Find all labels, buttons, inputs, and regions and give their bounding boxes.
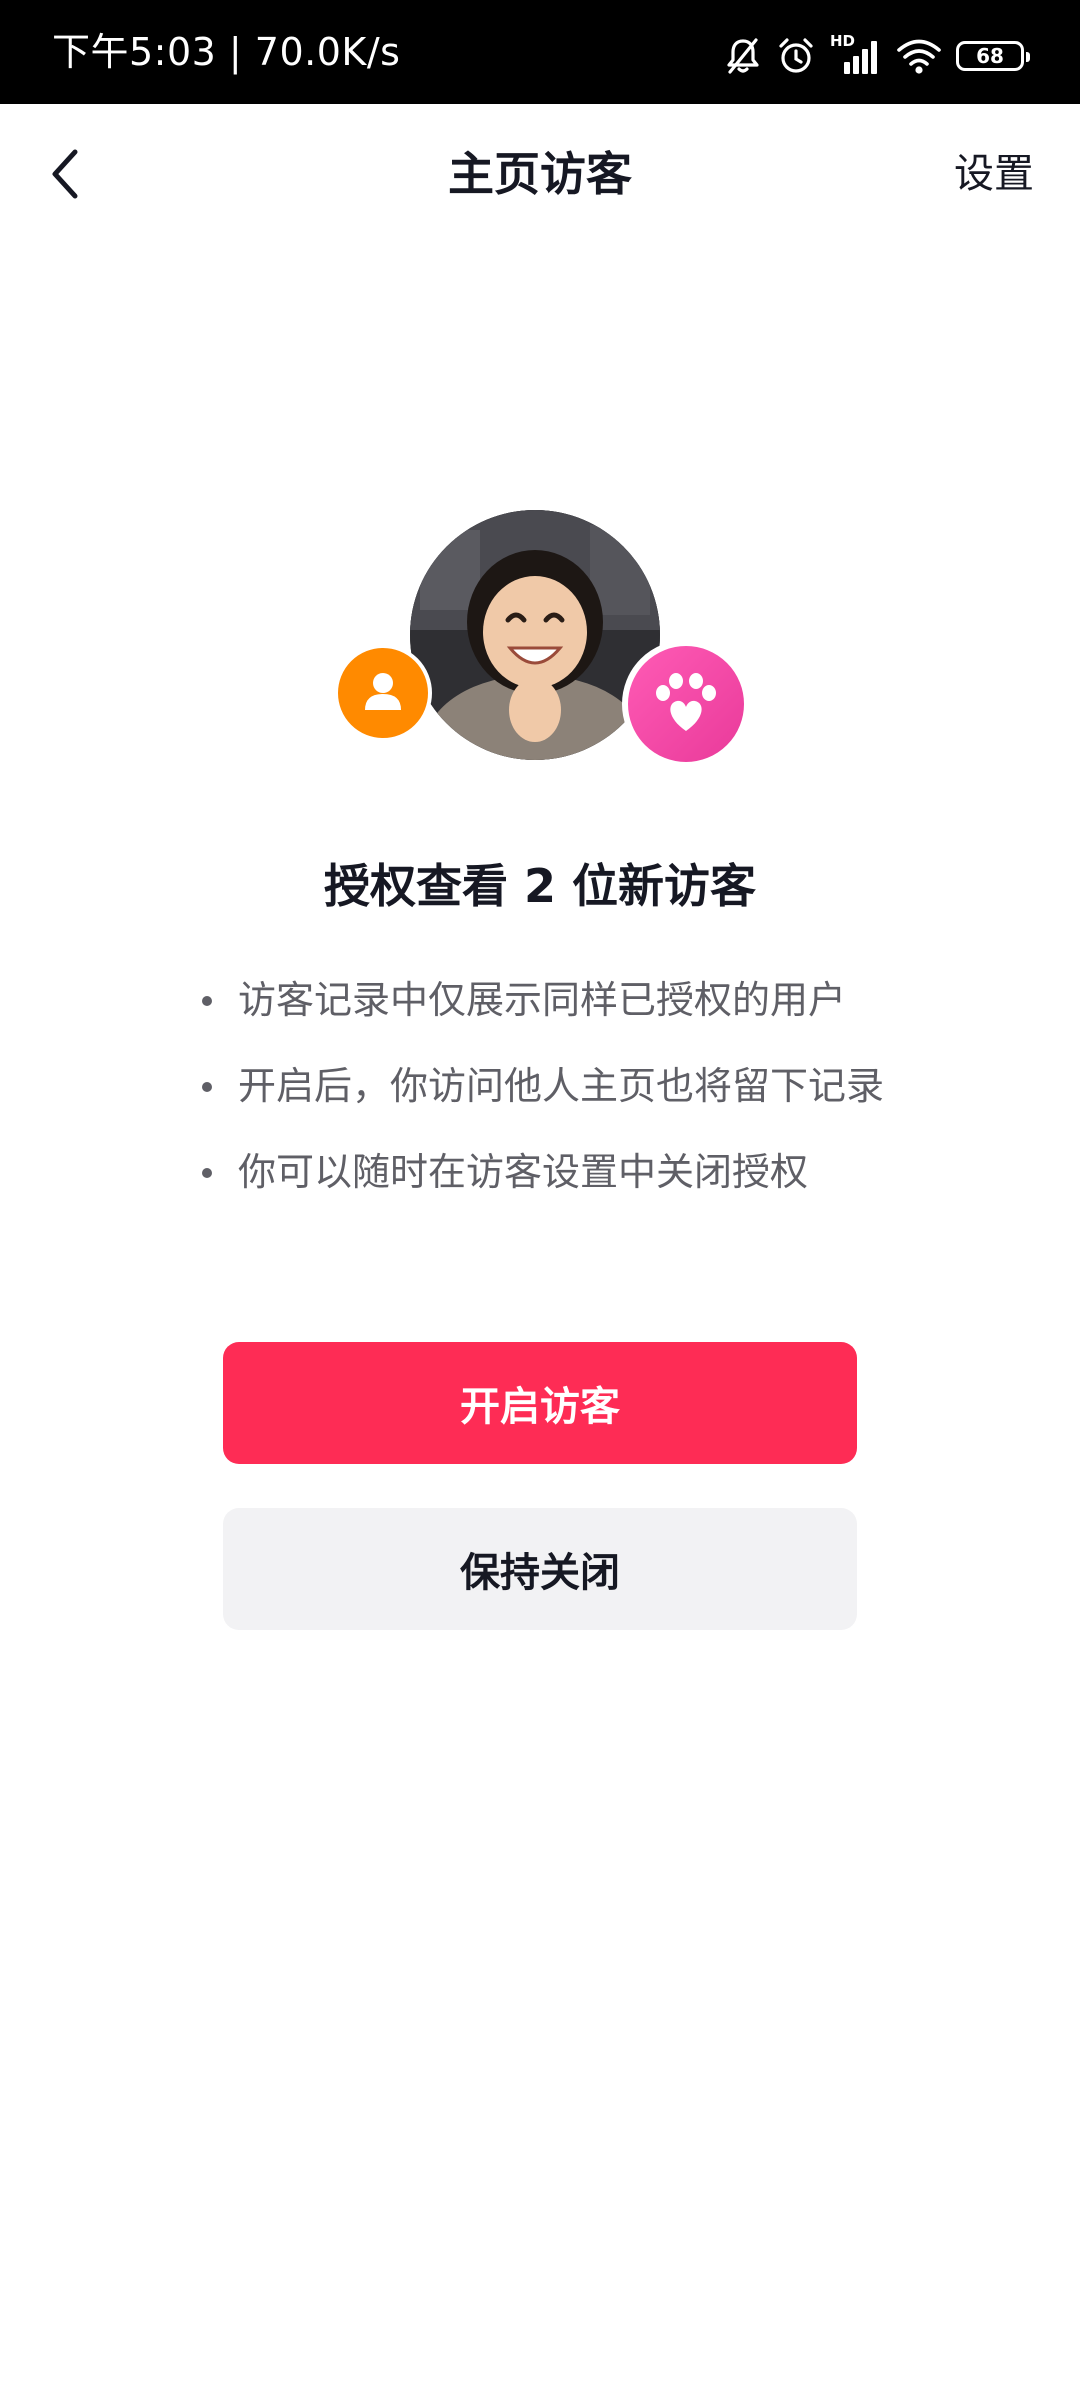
mute-bell-icon [724, 36, 762, 76]
user-icon [358, 666, 408, 720]
page-title: 主页访客 [448, 147, 632, 201]
settings-link[interactable]: 设置 [954, 146, 1034, 202]
alarm-icon [776, 36, 816, 76]
bullet-dot [202, 1082, 212, 1092]
headline: 授权查看 2 位新访客 [323, 859, 757, 913]
status-icons: HD 68 [724, 32, 1030, 76]
signal-icon: HD [830, 32, 882, 76]
user-photo-avatar [410, 510, 660, 760]
bullet-text: 开启后，你访问他人主页也将留下记录 [238, 1064, 885, 1108]
pink-paw-badge [622, 640, 750, 768]
bullet-dot [202, 1168, 212, 1178]
bullet-dot [202, 996, 212, 1006]
battery-level: 68 [976, 44, 1004, 68]
avatar-group [334, 510, 750, 770]
paw-heart-icon [647, 663, 725, 745]
bullet-text: 你可以随时在访客设置中关闭授权 [238, 1150, 809, 1194]
list-item: 访客记录中仅展示同样已授权的用户 [200, 970, 960, 1056]
nav-bar: 主页访客 设置 [0, 104, 1080, 250]
orange-user-badge [334, 644, 432, 742]
wifi-icon [896, 37, 942, 75]
battery-icon: 68 [956, 41, 1030, 71]
enable-visitors-button[interactable]: 开启访客 [223, 1342, 857, 1464]
keep-off-button[interactable]: 保持关闭 [223, 1508, 857, 1630]
bullet-list: 访客记录中仅展示同样已授权的用户 开启后，你访问他人主页也将留下记录 你可以随时… [200, 970, 960, 1228]
status-bar: 下午5:03 | 70.0K/s HD 68 [0, 0, 1080, 104]
bullet-text: 访客记录中仅展示同样已授权的用户 [238, 978, 847, 1022]
list-item: 你可以随时在访客设置中关闭授权 [200, 1142, 960, 1228]
status-time-speed: 下午5:03 | 70.0K/s [52, 30, 401, 74]
list-item: 开启后，你访问他人主页也将留下记录 [200, 1056, 960, 1142]
